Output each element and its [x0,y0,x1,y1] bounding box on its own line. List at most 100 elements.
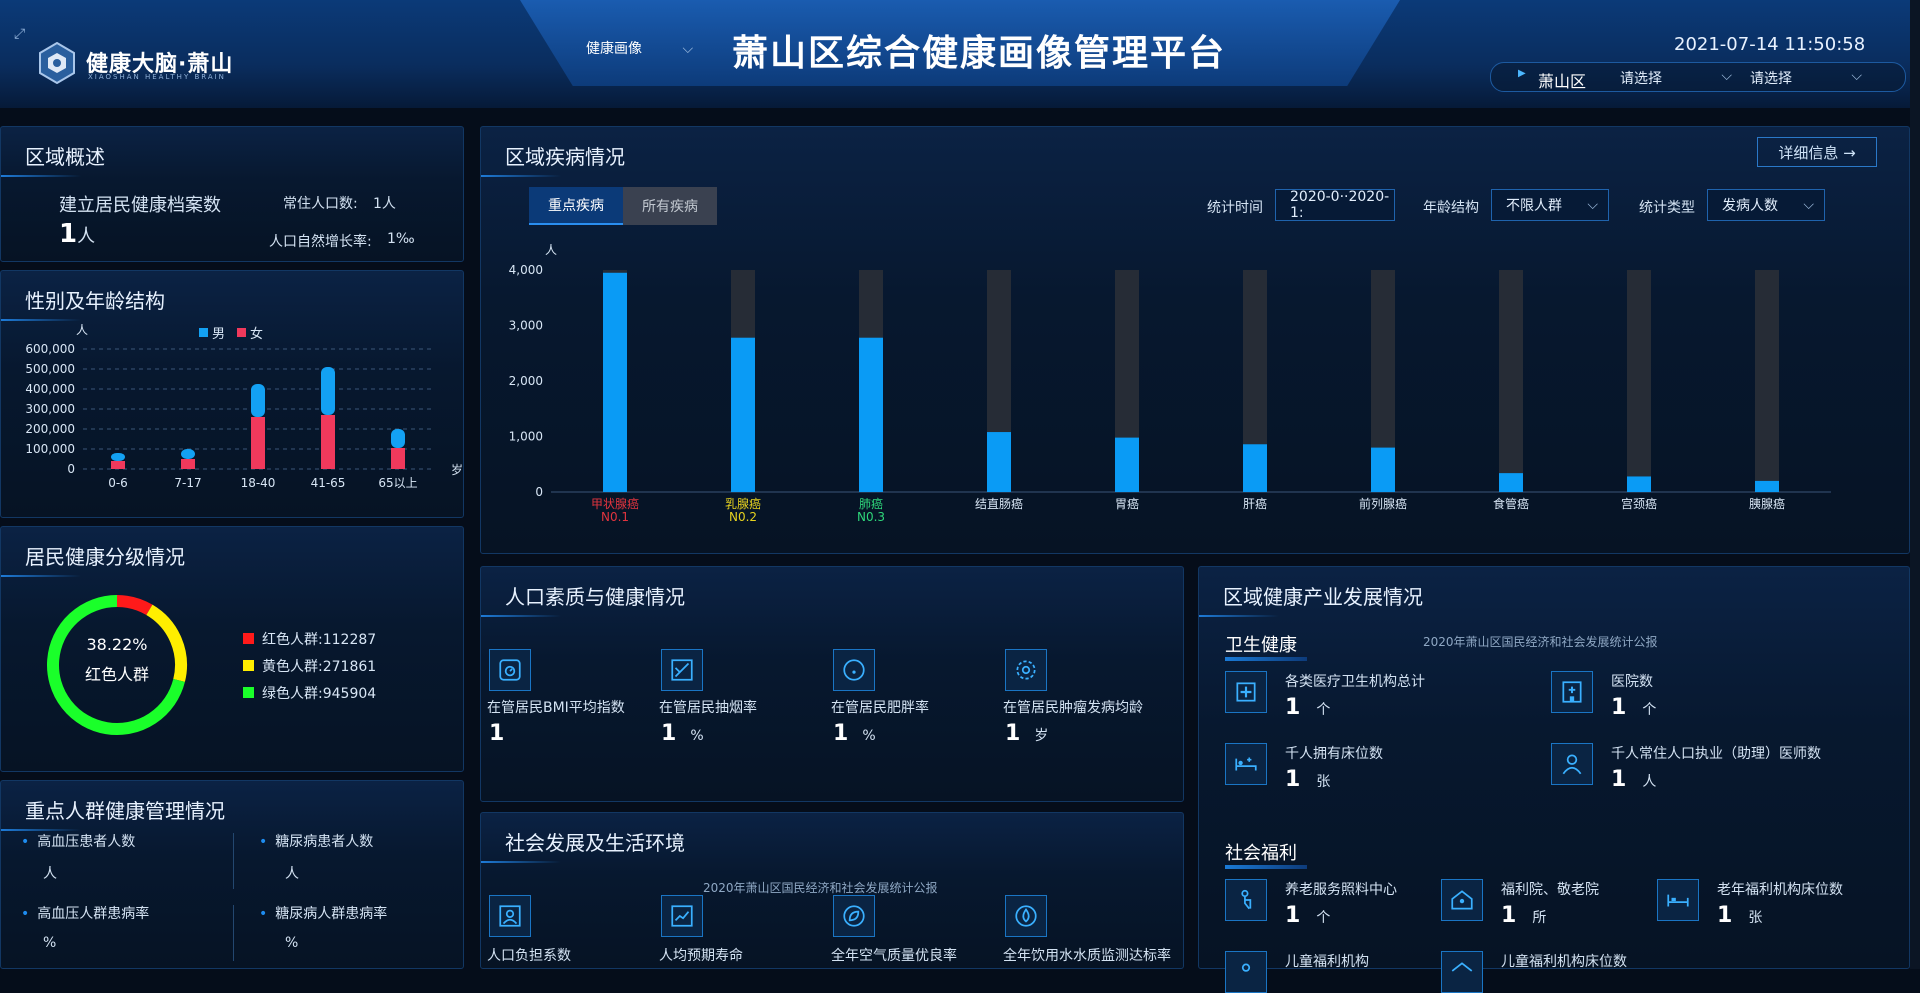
tumor-icon [1005,649,1047,691]
gender-x-unit: 岁 [451,463,464,477]
disease-bar [603,272,627,492]
page-title: 萧山区综合健康画像管理平台 [732,33,1227,74]
legend-green-label: 绿色人群:945904 [262,686,377,702]
diabetes-count: • 糖尿病患者人数 [259,831,373,851]
hypertension-rate-value: % [43,935,57,951]
x-tick-label: 前列腺癌 [1359,496,1407,511]
x-tick-label: 胰腺癌 [1749,496,1785,511]
disease-panel: 区域疾病情况 详细信息 → 重点疾病 所有疾病 统计时间 2020-0··202… [480,126,1910,554]
section-underline [1225,657,1307,661]
water-quality-label: 全年饮用水水质监测达标率 [1003,948,1171,964]
hospital-value: 1 [1611,695,1627,720]
x-tick-label: 7-17 [174,476,201,490]
nav-dropdown[interactable]: 健康画像 ⌵ [586,38,693,58]
bar-background [1499,270,1523,492]
tumor-label: 在管居民肿瘤发病均龄 [1003,700,1143,716]
bullet-icon: • [21,906,30,922]
fullscreen-icon[interactable]: ⤢ [14,26,25,42]
legend-red-label: 红色人群:112287 [262,632,377,648]
bar-女 [251,417,265,469]
x-tick-label: 甲状腺癌 [591,496,639,511]
beds-value: 1 [1285,767,1301,792]
diabetes-rate: • 糖尿病人群患病率 [259,903,387,923]
region-label[interactable]: 萧山区 [1538,68,1586,92]
hypertension-count-value: 人 [43,866,57,882]
social-title: 社会发展及生活环境 [481,827,685,863]
region-select-1[interactable]: 请选择 ⌵ [1620,68,1732,88]
bullet-icon: • [259,834,268,850]
x-tick-label: 0-6 [108,476,128,490]
legend-red: 红色人群:112287 [243,627,376,654]
elderly-care-stat: 1个 [1285,903,1330,928]
rank-label: N0.2 [729,510,757,524]
region-select-1-value: 请选择 [1620,71,1662,87]
child-welfare-icon [1225,951,1267,993]
bar-男 [321,367,335,415]
legend-green-swatch [243,687,254,698]
elderly-care-unit: 个 [1316,910,1331,926]
region-marker-icon: ▶ [1518,68,1526,79]
scrollbar-track[interactable] [1910,0,1920,969]
rank-label: N0.3 [857,510,885,524]
tumor-unit: 岁 [1034,728,1049,744]
brand-subtitle: XIAOSHAN HEALTHY BRAIN [88,73,226,81]
disease-bar [1115,437,1139,492]
population-label: 常住人口数: [283,196,358,212]
nursing-home-unit: 所 [1532,910,1547,926]
health-section-title: 卫生健康 [1225,635,1297,656]
health-grade-title: 居民健康分级情况 [1,541,185,577]
child-welfare-bed-label: 儿童福利机构床位数 [1501,954,1627,970]
overview-title: 区域概述 [1,141,105,177]
legend-green: 绿色人群:945904 [243,681,376,708]
growth-value: 1‰ [387,231,415,247]
bar-男 [391,429,405,448]
medical-institution-stat: 1个 [1285,695,1330,720]
smoking-value: 1 [661,721,677,746]
population-title: 人口素质与健康情况 [481,581,685,617]
bar-男 [111,453,125,461]
doctors-value: 1 [1611,767,1627,792]
legend-male-swatch [199,328,208,337]
divider [233,833,234,889]
dependency-label: 人口负担系数 [487,948,571,964]
population-value: 1人 [373,196,396,212]
diabetes-count-label: 糖尿病患者人数 [275,834,374,850]
bullet-icon: • [21,834,30,850]
medical-institution-icon [1225,671,1267,713]
diabetes-rate-label: 糖尿病人群患病率 [275,906,388,922]
bmi-icon [489,649,531,691]
records-stat: 1人 [59,219,95,249]
gender-age-panel: 性别及年龄结构 600,000 500,000 400,000 300,000 200,… [0,270,464,518]
beds-label: 千人拥有床位数 [1285,746,1383,762]
health-grade-legend: 红色人群:112287 黄色人群:271861 绿色人群:945904 [243,627,376,708]
y-tick-label: 1,000 [509,430,543,444]
hospital-label: 医院数 [1611,674,1653,690]
water-quality-icon [1005,895,1047,937]
legend-female-label: 女 [250,327,264,342]
key-groups-panel: 重点人群健康管理情况 • 高血压患者人数 人 • 糖尿病患者人数 人 • 高血压人群患… [0,780,464,969]
region-select-2[interactable]: 请选择 ⌵ [1750,68,1862,88]
elderly-care-icon [1225,879,1267,921]
hospital-unit: 个 [1642,702,1657,718]
records-label: 建立居民健康档案数 [59,195,221,216]
disease-bar [1243,444,1267,492]
bed-icon [1225,743,1267,785]
beds-stat: 1张 [1285,767,1330,792]
section-underline [1225,865,1307,869]
doctors-unit: 人 [1642,774,1657,790]
gender-legend: 男 女 [199,323,263,342]
smoking-unit: % [690,728,704,744]
x-tick-label: 胃癌 [1115,496,1139,511]
elderly-bed-unit: 张 [1748,910,1763,926]
air-quality-label: 全年空气质量优良率 [831,948,957,964]
doctor-icon [1551,743,1593,785]
medical-institution-unit: 个 [1316,702,1331,718]
y-tick-label: 4,000 [509,263,543,277]
x-tick-label: 肺癌 [859,496,883,511]
y-tick-label: 200,000 [25,422,75,436]
legend-male-label: 男 [212,327,226,342]
child-welfare-label: 儿童福利机构 [1285,954,1369,970]
disease-bar [1627,476,1651,492]
social-panel: 社会发展及生活环境 2020年萧山区国民经济和社会发展统计公报 人口负担系数 人… [480,812,1184,969]
y-tick-label: 500,000 [25,362,75,376]
